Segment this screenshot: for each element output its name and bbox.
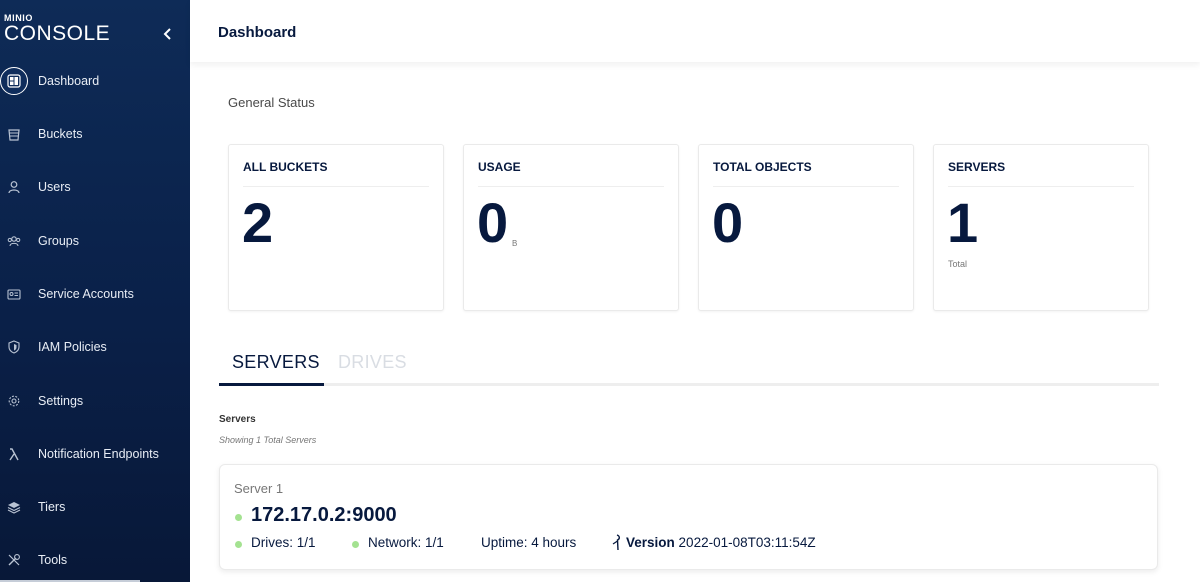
card-value: 0 bbox=[712, 191, 744, 254]
total-objects-card: TOTAL OBJECTS 0 bbox=[698, 144, 914, 311]
shield-icon bbox=[0, 333, 28, 361]
bucket-icon bbox=[0, 120, 28, 148]
card-title: ALL BUCKETS bbox=[243, 160, 328, 174]
usage-card: USAGE 0 B bbox=[463, 144, 679, 311]
chevron-left-icon bbox=[163, 28, 171, 40]
sidebar-item-label: Users bbox=[38, 180, 71, 194]
servers-card: SERVERS 1 Total bbox=[933, 144, 1149, 311]
sidebar-item-settings[interactable]: Settings bbox=[0, 381, 190, 421]
sidebar-item-notification-endpoints[interactable]: Notification Endpoints bbox=[0, 434, 190, 474]
sidebar-item-iam-policies[interactable]: IAM Policies bbox=[0, 327, 190, 367]
sidebar-item-tiers[interactable]: Tiers bbox=[0, 487, 190, 527]
all-buckets-card: ALL BUCKETS 2 bbox=[228, 144, 444, 311]
card-unit: B bbox=[512, 239, 518, 248]
section-title: General Status bbox=[228, 95, 315, 110]
sidebar-item-tools[interactable]: Tools bbox=[0, 540, 190, 580]
sidebar-item-label: Notification Endpoints bbox=[38, 447, 159, 461]
network-status-dot bbox=[352, 541, 359, 548]
sidebar-item-label: Service Accounts bbox=[38, 287, 134, 301]
card-divider bbox=[948, 186, 1134, 187]
sidebar-item-label: IAM Policies bbox=[38, 340, 107, 354]
card-subtext: Total bbox=[948, 259, 968, 269]
sidebar-item-label: Tiers bbox=[38, 500, 66, 514]
card-value: 0 bbox=[477, 191, 509, 254]
sidebar-item-label: Groups bbox=[38, 234, 79, 248]
gear-icon bbox=[0, 387, 28, 415]
version-value: 2022-01-08T03:11:54Z bbox=[678, 535, 816, 550]
card-value: 1 bbox=[947, 191, 979, 254]
server-name: Server 1 bbox=[234, 481, 284, 496]
active-tab-indicator bbox=[219, 383, 324, 386]
page-header: Dashboard bbox=[190, 0, 1200, 62]
drives-status: Drives: 1/1 bbox=[251, 535, 316, 550]
tab-baseline bbox=[219, 383, 1159, 386]
collapse-sidebar-button[interactable] bbox=[160, 24, 176, 44]
server-endpoint: 172.17.0.2:9000 bbox=[251, 504, 397, 526]
card-title: USAGE bbox=[478, 160, 521, 174]
sidebar-item-groups[interactable]: Groups bbox=[0, 221, 190, 261]
card-divider bbox=[243, 186, 429, 187]
sidebar-item-label: Tools bbox=[38, 553, 68, 567]
sidebar-item-dashboard[interactable]: Dashboard bbox=[0, 61, 190, 101]
servers-count-text: Showing 1 Total Servers bbox=[219, 435, 317, 445]
card-divider bbox=[713, 186, 899, 187]
sidebar: MINIO CONSOLE Dashboard Buckets Users Gr… bbox=[0, 0, 190, 582]
lambda-icon bbox=[0, 440, 28, 468]
sidebar-item-users[interactable]: Users bbox=[0, 167, 190, 207]
minio-bird-icon bbox=[612, 534, 621, 551]
server-card: Server 1 172.17.0.2:9000 Drives: 1/1 Net… bbox=[219, 464, 1158, 570]
minio-console-logo[interactable]: MINIO CONSOLE bbox=[4, 14, 111, 45]
dashboard-icon bbox=[0, 67, 28, 95]
groups-icon bbox=[0, 227, 28, 255]
card-title: TOTAL OBJECTS bbox=[713, 160, 812, 174]
tab-drives[interactable]: DRIVES bbox=[338, 352, 407, 373]
version-info: Version 2022-01-08T03:11:54Z bbox=[626, 535, 816, 550]
sidebar-item-buckets[interactable]: Buckets bbox=[0, 114, 190, 154]
tools-icon bbox=[0, 546, 28, 574]
card-value: 2 bbox=[242, 191, 274, 254]
sidebar-item-label: Dashboard bbox=[38, 74, 100, 88]
card-divider bbox=[478, 186, 664, 187]
sidebar-item-service-accounts[interactable]: Service Accounts bbox=[0, 274, 190, 314]
id-card-icon bbox=[0, 280, 28, 308]
user-icon bbox=[0, 173, 28, 201]
server-status-dot bbox=[235, 514, 242, 521]
page-title: Dashboard bbox=[218, 24, 297, 41]
tab-servers[interactable]: SERVERS bbox=[232, 352, 320, 373]
card-title: SERVERS bbox=[948, 160, 1006, 174]
sidebar-item-label: Settings bbox=[38, 394, 84, 408]
drives-status-dot bbox=[235, 541, 242, 548]
logo-big-text: CONSOLE bbox=[4, 22, 111, 45]
layers-icon bbox=[0, 493, 28, 521]
servers-heading: Servers bbox=[219, 414, 256, 425]
network-status: Network: 1/1 bbox=[368, 535, 444, 550]
uptime-status: Uptime: 4 hours bbox=[481, 535, 577, 550]
sidebar-item-label: Buckets bbox=[38, 127, 83, 141]
version-label: Version bbox=[626, 535, 675, 550]
server-drive-tabs: SERVERS DRIVES bbox=[219, 346, 1159, 386]
